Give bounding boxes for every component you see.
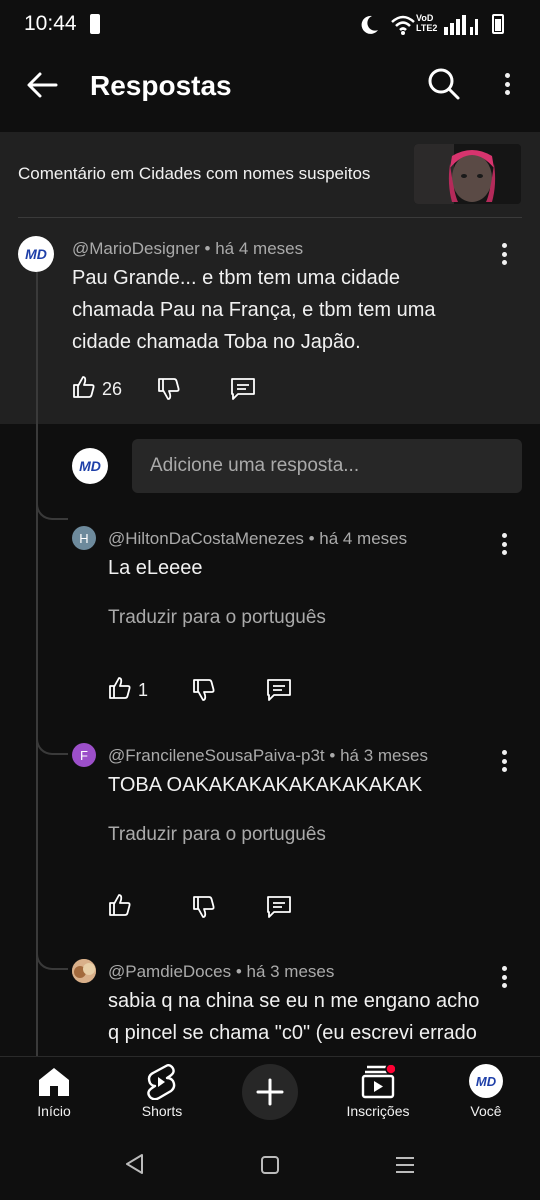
like-icon[interactable] — [72, 375, 96, 399]
search-icon[interactable] — [426, 66, 462, 102]
recents-lines-icon[interactable] — [394, 1155, 416, 1175]
dislike-icon[interactable] — [192, 678, 216, 702]
page-title: Respostas — [90, 70, 232, 101]
profile-avatar-icon: MD — [469, 1064, 503, 1098]
battery-icon — [492, 14, 504, 34]
home-icon — [39, 1068, 69, 1096]
nav-you[interactable]: MD Você — [432, 1062, 540, 1132]
reply-meta: @HiltonDaCostaMenezes • há 4 meses — [108, 529, 408, 548]
back-triangle-icon[interactable] — [124, 1153, 146, 1175]
reply-text: TOBA OAKAKAKAKAKAKAKAKAK — [108, 774, 423, 796]
reply-more-icon[interactable] — [501, 750, 507, 772]
video-thumbnail[interactable] — [414, 144, 521, 204]
nav-shorts[interactable]: Shorts — [108, 1062, 216, 1132]
thread-connector — [36, 500, 68, 520]
comment-time: há 4 meses — [215, 239, 304, 258]
more-options-icon[interactable] — [504, 73, 510, 95]
reply-text: sabia q na china se eu n me engano acho … — [108, 990, 480, 1044]
reply-comment-icon[interactable] — [230, 377, 256, 401]
subscriptions-icon — [361, 1065, 395, 1099]
thread-line — [36, 272, 38, 1056]
thread-connector — [36, 950, 68, 970]
wifi-icon — [391, 15, 415, 35]
moon-icon — [361, 15, 378, 34]
status-time: 10:44 — [24, 12, 77, 35]
like-icon[interactable] — [108, 893, 132, 917]
lte-indicator: VoD LTE2 — [416, 13, 438, 33]
reply-time: há 3 meses — [246, 962, 335, 981]
reply-author[interactable]: @HiltonDaCostaMenezes — [108, 529, 304, 548]
dislike-icon[interactable] — [192, 895, 216, 919]
create-plus-icon — [256, 1078, 284, 1106]
shorts-icon — [147, 1064, 176, 1100]
battery-saver-icon — [90, 14, 100, 34]
signal-icon — [444, 15, 478, 35]
home-square-icon[interactable] — [260, 1155, 280, 1175]
create-button[interactable] — [242, 1064, 298, 1120]
translate-link[interactable]: Traduzir para o português — [108, 607, 326, 629]
comment-text: Pau Grande... e tbm tem uma cidade chama… — [72, 267, 436, 353]
reply-comment-icon[interactable] — [266, 678, 292, 702]
comment-more-icon[interactable] — [501, 243, 507, 265]
comment-author[interactable]: @MarioDesigner — [72, 239, 200, 258]
like-count: 1 — [138, 680, 149, 700]
avatar[interactable]: F — [72, 743, 96, 767]
reply-time: há 3 meses — [340, 746, 428, 765]
translate-link[interactable]: Traduzir para o português — [108, 824, 326, 846]
reply-author[interactable]: @FrancileneSousaPaiva-p3t — [108, 746, 325, 765]
nav-label: Inscrições — [346, 1103, 410, 1119]
reply-author[interactable]: @PamdieDoces — [108, 962, 231, 981]
reply-meta: @FrancileneSousaPaiva-p3t • há 3 meses — [108, 746, 428, 765]
like-count: 26 — [102, 379, 123, 399]
reply-more-icon[interactable] — [501, 533, 507, 555]
dislike-icon[interactable] — [157, 377, 181, 401]
thread-connector — [36, 735, 68, 755]
current-user-avatar: MD — [72, 448, 108, 484]
reply-more-icon[interactable] — [501, 966, 507, 988]
reply-time: há 4 meses — [319, 529, 408, 548]
comment-meta: @MarioDesigner • há 4 meses — [72, 239, 304, 258]
nav-subscriptions[interactable]: Inscrições — [324, 1062, 432, 1132]
reply-input-placeholder: Adicione uma resposta... — [150, 455, 360, 476]
avatar[interactable]: MD — [18, 236, 54, 272]
nav-label: Início — [37, 1103, 71, 1119]
reply-text: La eLeeee — [108, 557, 203, 579]
nav-label: Shorts — [141, 1103, 183, 1119]
nav-home[interactable]: Início — [0, 1062, 108, 1132]
avatar[interactable] — [72, 959, 96, 983]
nav-label: Você — [470, 1103, 502, 1119]
context-text: Comentário em Cidades com nomes suspeito… — [18, 164, 371, 183]
back-arrow-icon[interactable] — [26, 70, 58, 100]
like-icon[interactable] — [108, 676, 132, 700]
reply-meta: @PamdieDoces • há 3 meses — [108, 962, 335, 981]
avatar[interactable]: H — [72, 526, 96, 550]
reply-comment-icon[interactable] — [266, 895, 292, 919]
